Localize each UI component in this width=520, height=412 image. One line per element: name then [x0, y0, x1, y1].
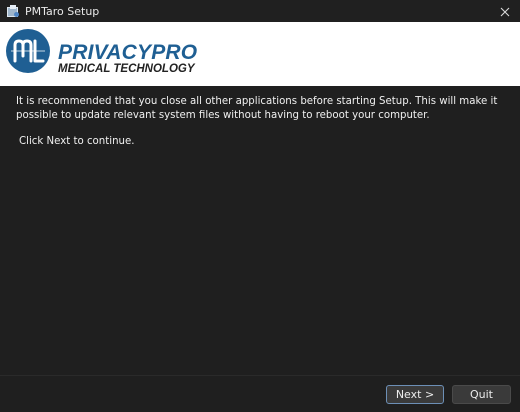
- title-bar: PMTaro Setup: [0, 0, 520, 22]
- window-title: PMTaro Setup: [25, 4, 100, 18]
- header-banner: PRIVACYPRO MEDICAL TECHNOLOGY: [0, 22, 520, 86]
- quit-button[interactable]: Quit: [452, 385, 511, 404]
- continue-hint: Click Next to continue.: [19, 136, 135, 148]
- footer-divider: [0, 375, 520, 376]
- close-button[interactable]: [490, 0, 520, 22]
- main-content: It is recommended that you close all oth…: [16, 95, 510, 147]
- brand-tagline: MEDICAL TECHNOLOGY: [58, 63, 195, 75]
- next-button[interactable]: Next >: [386, 385, 444, 404]
- close-icon: [500, 2, 510, 21]
- installer-icon: [6, 4, 20, 18]
- intro-text: It is recommended that you close all oth…: [16, 96, 498, 121]
- brand-name: PRIVACYPRO: [58, 41, 198, 64]
- privacypro-logo-icon: [6, 29, 50, 73]
